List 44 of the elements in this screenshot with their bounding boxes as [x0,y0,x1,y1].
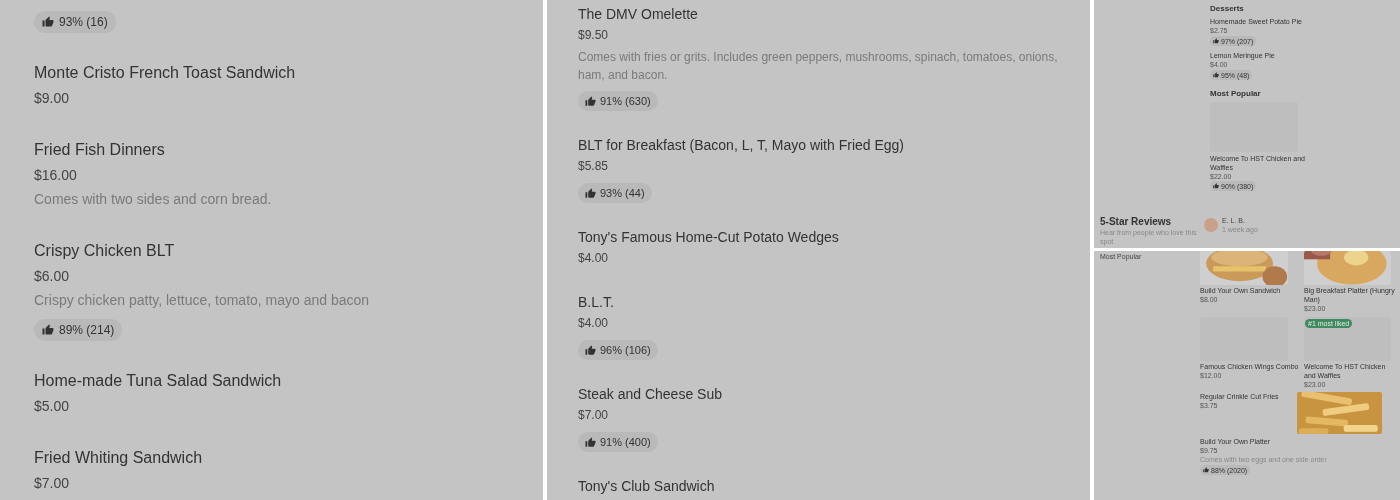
item-description: Comes with fries or grits. Includes green peppers, mushrooms, spinach, tomatoes, onions, ham, and bacon. [578,49,1059,84]
thumbs-up-icon [1213,38,1219,44]
rating-text: 93% (16) [59,14,108,31]
thumbs-up-icon [1203,467,1209,473]
item-price: $4.00 [578,250,610,267]
item-name[interactable]: Home-made Tuna Salad Sandwich [34,369,543,393]
item-name[interactable]: Steak and Cheese Sub [578,384,1090,404]
item-price: $5.85 [578,158,610,175]
rating-text: 91% (630) [600,93,651,109]
avatar [1204,218,1218,232]
item-price: $7.00 [34,474,71,493]
thumbs-up-icon [585,436,596,448]
item-price: $9.50 [578,27,610,44]
item-name[interactable]: Fried Whiting Sandwich [34,446,543,470]
item-price: $5.00 [34,397,71,416]
item-price: $16.00 [34,166,78,185]
thumbs-up-icon [585,187,596,199]
item-name[interactable]: BLT for Breakfast (Bacon, L, T, Mayo with Fried Egg) [578,135,1090,155]
item-name[interactable]: Fried Fish Dinners [34,138,543,162]
thumbs-up-icon [42,16,54,28]
reviews-heading: 5-Star Reviews [1100,216,1173,228]
item-name[interactable]: The DMV Omelette [578,4,1090,24]
item-name[interactable]: B.L.T. [578,292,1090,312]
item-price: $9.00 [34,89,71,108]
thumbs-up-icon [1213,183,1219,189]
item-price: $7.00 [578,407,610,424]
thumbs-up-icon [42,324,54,336]
thumbs-up-icon [585,344,596,356]
thumbs-up-icon [585,95,596,107]
item-name[interactable]: Crispy Chicken BLT [34,239,543,263]
item-description: Comes with two sides and corn bread. [34,190,273,209]
item-name[interactable]: Monte Cristo French Toast Sandwich [34,61,543,85]
rating-text: 91% (400) [600,434,651,450]
thumbs-up-icon [1213,72,1219,78]
rating-text: 93% (44) [600,185,645,201]
item-price: $6.00 [34,267,71,286]
rating-text: 96% (106) [600,342,651,358]
item-price: $4.00 [578,315,610,332]
item-name[interactable]: Tony's Famous Home-Cut Potato Wedges [578,227,1090,247]
item-name[interactable]: Tony's Club Sandwich [578,476,1090,496]
section-heading: Most Popular [1210,88,1262,99]
rating-text: 89% (214) [59,322,115,339]
item-description: Crispy chicken patty, lettuce, tomato, mayo and bacon [34,291,371,310]
section-heading: Desserts [1210,3,1245,14]
